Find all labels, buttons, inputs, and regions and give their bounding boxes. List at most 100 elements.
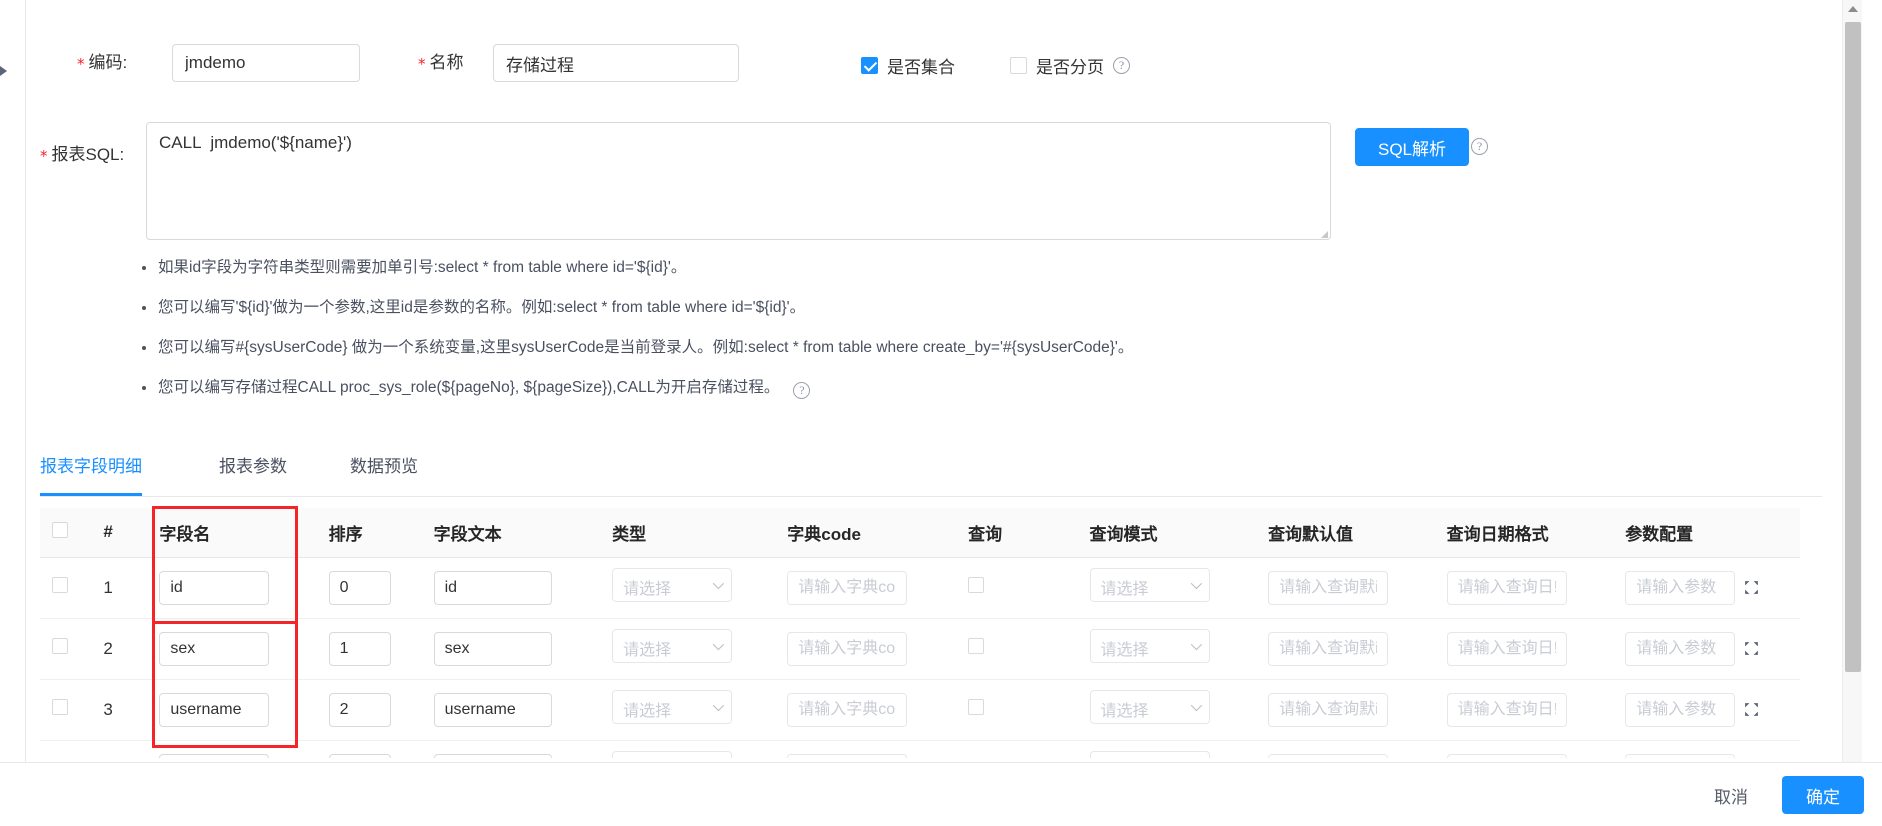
header-query-default: 查询默认值 [1256,508,1435,558]
field-name-input[interactable] [159,753,270,758]
row-checkbox[interactable] [52,577,68,593]
param-config-input[interactable] [1625,631,1736,666]
query-date-format-input[interactable] [1446,753,1567,758]
row-type-cell: 请选择 [600,618,776,680]
row-query-cell [956,740,1078,758]
header-query-date-format: 查询日期格式 [1434,508,1614,558]
row-select-cell [40,740,92,758]
scrollbar-thumb[interactable] [1845,22,1861,672]
query-checkbox[interactable] [968,699,985,715]
name-input[interactable] [493,44,739,82]
field-text-input[interactable] [433,753,552,758]
basic-info-row: *编码: *名称 是否集合 是否分页 ? [25,25,1862,87]
cancel-button[interactable]: 取消 [1698,776,1764,814]
param-config-input[interactable] [1625,692,1736,727]
row-field-name-cell [147,557,317,619]
field-text-input[interactable] [433,570,552,605]
ok-button[interactable]: 确定 [1782,776,1864,814]
row-dict-code-cell [775,679,957,741]
type-select[interactable]: 请选择 [612,629,733,663]
row-query-default-cell [1256,679,1435,741]
query-mode-select[interactable]: 请选择 [1089,751,1210,758]
name-field-label: * 名称 [418,53,464,73]
scroll-up-arrow-icon[interactable] [1848,6,1858,12]
header-param-config: 参数配置 [1613,508,1800,558]
is-page-checkbox-group[interactable]: 是否分页 ? [1010,53,1130,78]
question-circle-icon[interactable]: ? [1113,57,1130,74]
type-select-placeholder: 请选择 [623,581,672,598]
dict-code-input[interactable] [787,753,908,758]
tab-report-params[interactable]: 报表参数 [219,447,287,496]
field-name-input[interactable] [159,631,270,666]
is-set-checkbox-group[interactable]: 是否集合 [861,53,955,78]
query-mode-select[interactable]: 请选择 [1089,629,1210,663]
query-date-format-input[interactable] [1446,631,1567,666]
field-name-input[interactable] [159,692,270,727]
expand-arrows-icon[interactable] [1743,579,1760,596]
dict-code-input[interactable] [787,631,908,666]
row-type-cell: 请选择 [600,679,776,741]
query-default-input[interactable] [1268,692,1389,727]
select-all-checkbox[interactable] [52,521,68,538]
type-select-placeholder: 请选择 [623,703,672,720]
sql-tips-list: 如果id字段为字符串类型则需要加单引号:select * from table … [140,258,1540,419]
tip-text: 您可以编写#{sysUserCode} 做为一个系统变量,这里sysUserCo… [158,339,1134,356]
sql-parse-button[interactable]: SQL解析 [1355,128,1470,166]
tab-data-preview[interactable]: 数据预览 [350,447,418,496]
list-item: 您可以编写'${id}'做为一个参数,这里id是参数的名称。例如:select … [140,298,1540,318]
code-input[interactable] [172,44,360,82]
query-date-format-input[interactable] [1446,570,1567,605]
row-field-name-cell [147,679,317,741]
field-text-input[interactable] [433,692,552,727]
row-query-mode-cell: 请选择 [1077,618,1257,680]
dict-code-input[interactable] [787,692,908,727]
question-circle-icon[interactable]: ? [793,382,811,399]
is-set-checkbox[interactable] [861,57,878,74]
query-default-input[interactable] [1268,570,1389,605]
tab-field-detail[interactable]: 报表字段明细 [40,447,142,496]
row-query-date-cell [1434,618,1614,680]
field-detail-table-wrapper: # 字段名 排序 字段文本 类型 字典code 查询 查询模式 查询默认值 查询… [40,508,1800,758]
chevron-down-icon [712,577,725,590]
field-text-input[interactable] [433,631,552,666]
row-query-default-cell [1256,618,1435,680]
sort-input[interactable] [328,692,391,727]
detail-tabs: 报表字段明细 报表参数 数据预览 [40,447,1822,497]
row-sort-cell [316,740,422,758]
sql-textarea[interactable]: CALL jmdemo('${name}') [146,122,1331,240]
row-query-default-cell [1256,557,1435,619]
type-select[interactable]: 请选择 [612,690,733,724]
table-row: 2 请选择 请选择 [40,618,1800,680]
dict-code-input[interactable] [787,570,908,605]
type-select[interactable]: 请选择 [612,751,733,758]
row-query-default-cell [1256,740,1435,758]
query-default-input[interactable] [1268,631,1389,666]
query-checkbox[interactable] [968,638,985,654]
query-date-format-input[interactable] [1446,692,1567,727]
query-mode-select[interactable]: 请选择 [1089,690,1210,724]
param-config-input[interactable] [1625,753,1736,758]
query-default-input[interactable] [1268,753,1389,758]
row-checkbox[interactable] [52,638,68,654]
table-row: 4 请选择 请选择 [40,740,1800,758]
dialog-footer: 取消 确定 [0,762,1882,826]
sort-input[interactable] [328,753,391,758]
query-mode-select[interactable]: 请选择 [1089,568,1210,602]
question-circle-icon[interactable]: ? [1471,138,1488,155]
is-page-checkbox[interactable] [1010,57,1027,74]
row-query-date-cell [1434,740,1614,758]
field-name-input[interactable] [159,570,270,605]
query-checkbox[interactable] [968,577,985,593]
type-select[interactable]: 请选择 [612,568,733,602]
expand-arrows-icon[interactable] [1743,701,1760,718]
sort-input[interactable] [328,631,391,666]
row-checkbox[interactable] [52,699,68,715]
row-query-cell [956,557,1078,619]
row-dict-code-cell [775,618,957,680]
expand-arrows-icon[interactable] [1743,640,1760,657]
collapse-arrow-icon[interactable] [0,66,10,78]
param-config-input[interactable] [1625,570,1736,605]
vertical-scrollbar[interactable] [1842,0,1862,762]
row-select-cell [40,679,92,741]
sort-input[interactable] [328,570,391,605]
